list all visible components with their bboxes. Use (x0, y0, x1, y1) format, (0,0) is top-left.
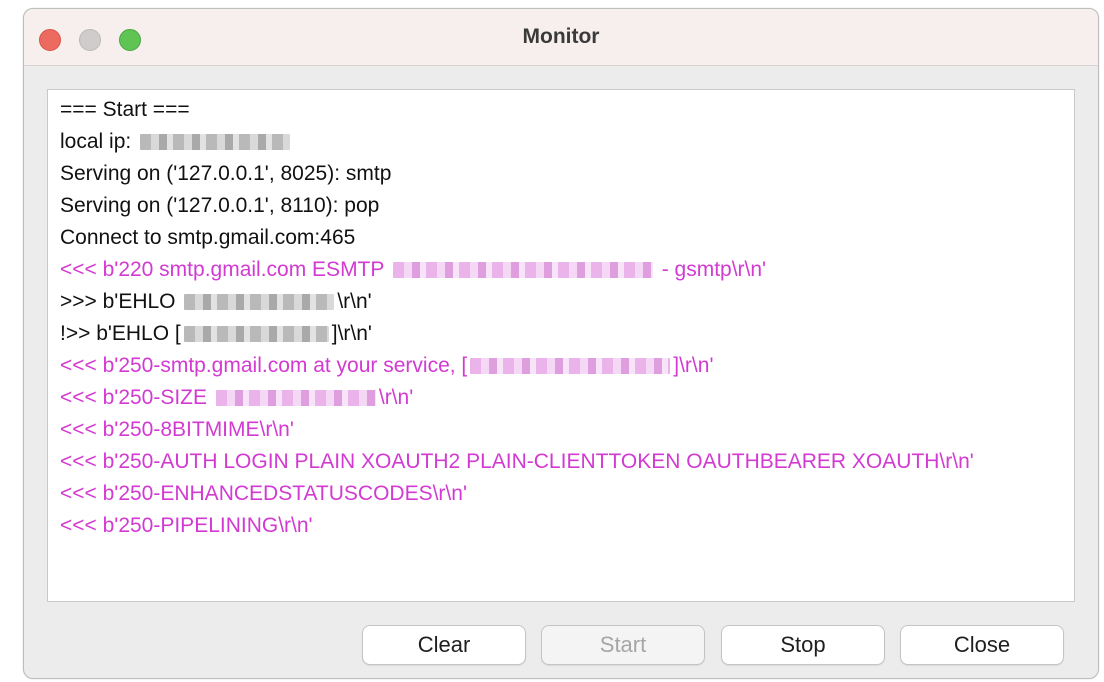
log-text: <<< b'250-8BITMIME\r\n' (60, 418, 294, 441)
log-text: ]\r\n' (673, 354, 714, 377)
redacted-value: [redacted] (215, 390, 376, 407)
log-text: Serving on ('127.0.0.1', 8110): pop (60, 194, 380, 217)
log-text: <<< b'220 smtp.gmail.com ESMTP (60, 258, 390, 281)
log-line: !>> b'EHLO [[redacted]]\r\n' (60, 318, 1064, 350)
log-lines: === Start === local ip: [redacted] Serving… (60, 94, 1064, 542)
log-line: <<< b'220 smtp.gmail.com ESMTP [redacted… (60, 254, 1064, 286)
log-text: Serving on ('127.0.0.1', 8025): smtp (60, 162, 392, 185)
redacted-value: [redacted] (470, 358, 671, 375)
log-text: <<< b'250-smtp.gmail.com at your service… (60, 354, 468, 377)
log-text: <<< b'250-AUTH LOGIN PLAIN XOAUTH2 PLAIN… (60, 450, 974, 473)
log-text: - gsmtp\r\n' (655, 258, 767, 281)
title-bar: Monitor (24, 9, 1098, 66)
log-line: <<< b'250-SIZE [redacted]\r\n' (60, 382, 1064, 414)
redacted-value: [redacted] (183, 326, 329, 343)
log-line: <<< b'250-8BITMIME\r\n' (60, 414, 1064, 446)
log-text: <<< b'250-PIPELINING\r\n' (60, 514, 313, 537)
stop-button[interactable]: Stop (721, 625, 885, 665)
log-line: <<< b'250-smtp.gmail.com at your service… (60, 350, 1064, 382)
log-line: Connect to smtp.gmail.com:465 (60, 222, 1064, 254)
log-line: === Start === (60, 94, 1064, 126)
log-line: <<< b'250-AUTH LOGIN PLAIN XOAUTH2 PLAIN… (60, 446, 1064, 478)
log-output-area[interactable]: === Start === local ip: [redacted] Serving… (47, 89, 1075, 602)
redacted-value: [redacted] (392, 262, 653, 279)
log-text: === Start === (60, 98, 190, 121)
log-line: Serving on ('127.0.0.1', 8110): pop (60, 190, 1064, 222)
log-text: >>> b'EHLO (60, 290, 182, 313)
monitor-window: Monitor === Start === local ip: [redacted… (23, 8, 1099, 679)
log-line: Serving on ('127.0.0.1', 8025): smtp (60, 158, 1064, 190)
log-text: local ip: (60, 130, 138, 153)
log-text: \r\n' (337, 290, 372, 313)
log-line: local ip: [redacted] (60, 126, 1064, 158)
log-text: \r\n' (378, 386, 414, 409)
log-line: >>> b'EHLO [redacted]\r\n' (60, 286, 1064, 318)
close-button[interactable]: Close (900, 625, 1064, 665)
log-text: !>> b'EHLO [ (60, 322, 181, 345)
window-title: Monitor (522, 25, 600, 48)
log-line: <<< b'250-ENHANCEDSTATUSCODES\r\n' (60, 478, 1064, 510)
redacted-value: [redacted] (184, 294, 335, 311)
log-line: <<< b'250-PIPELINING\r\n' (60, 510, 1064, 542)
log-text: <<< b'250-ENHANCEDSTATUSCODES\r\n' (60, 482, 467, 505)
log-text: <<< b'250-SIZE (60, 386, 213, 409)
redacted-value: [redacted] (140, 134, 291, 151)
start-button[interactable]: Start (541, 625, 705, 665)
log-text: ]\r\n' (331, 322, 372, 345)
clear-button[interactable]: Clear (362, 625, 526, 665)
log-text: Connect to smtp.gmail.com:465 (60, 226, 356, 249)
